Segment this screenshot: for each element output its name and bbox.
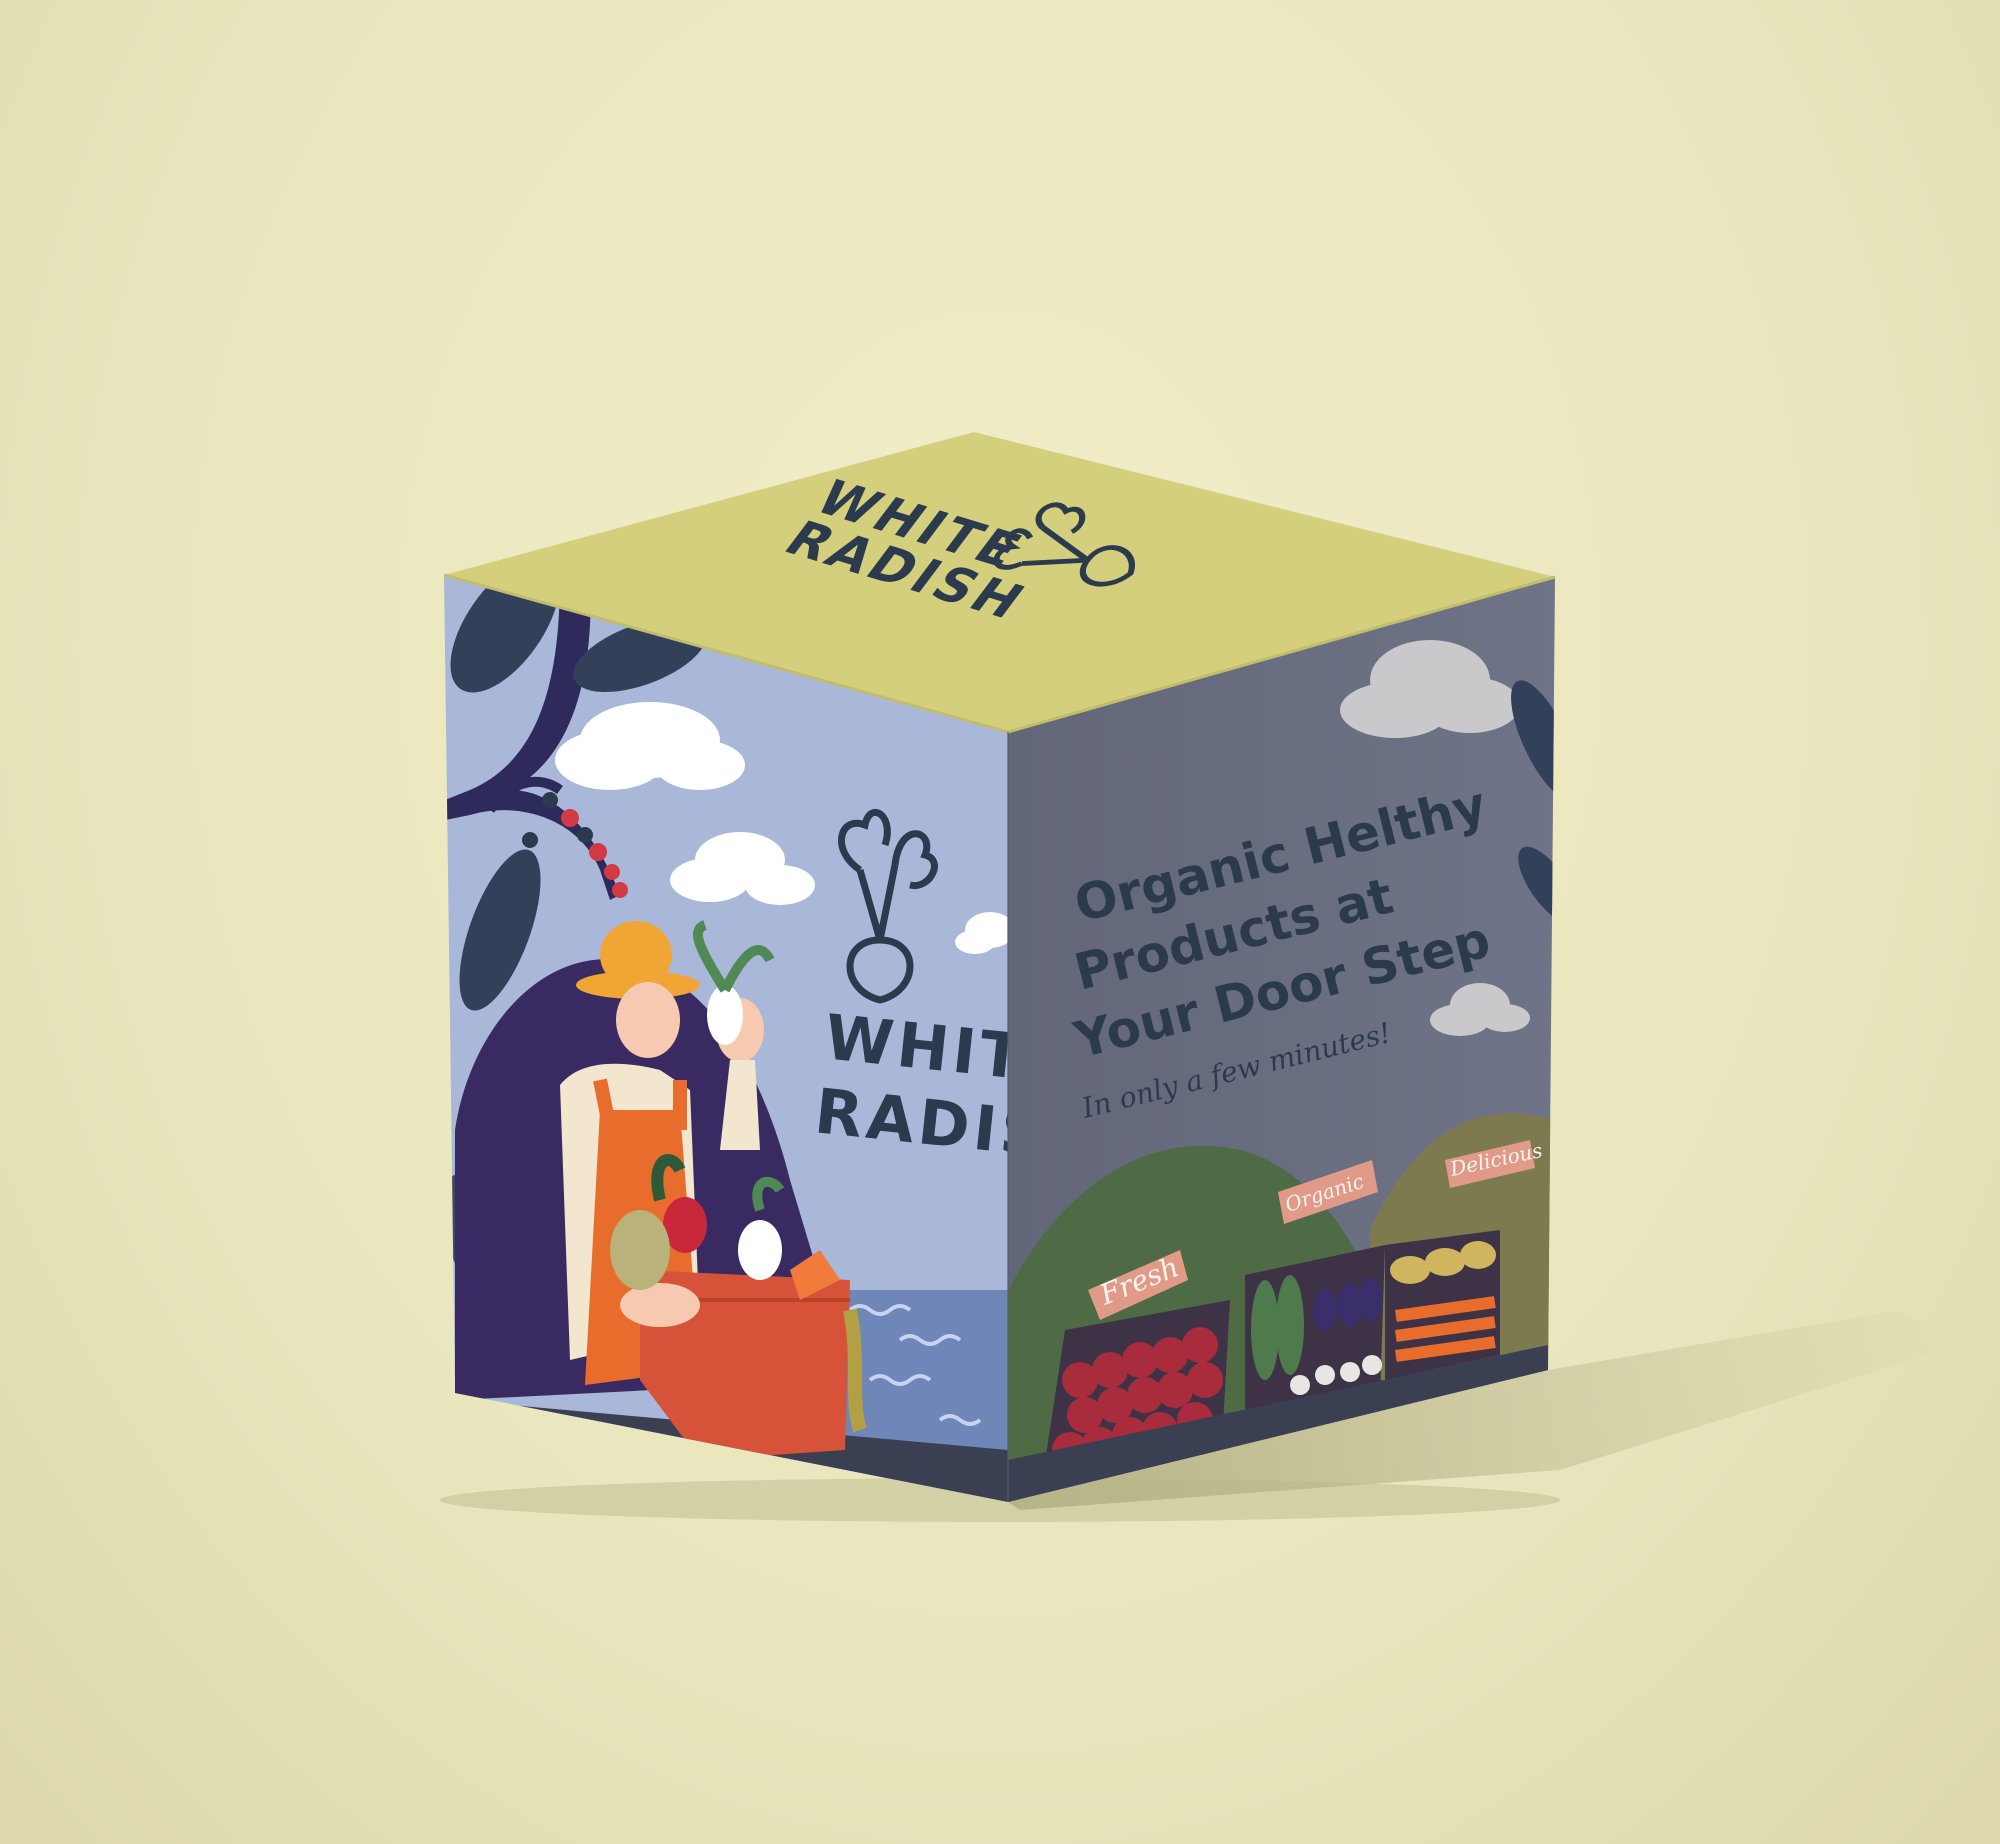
farmer-hat xyxy=(600,921,672,989)
farmer-head xyxy=(616,982,680,1058)
held-radish xyxy=(707,985,743,1045)
product-box-scene: WHITE RADISH WHITE RADISH Fresh Organic … xyxy=(440,432,1960,1522)
